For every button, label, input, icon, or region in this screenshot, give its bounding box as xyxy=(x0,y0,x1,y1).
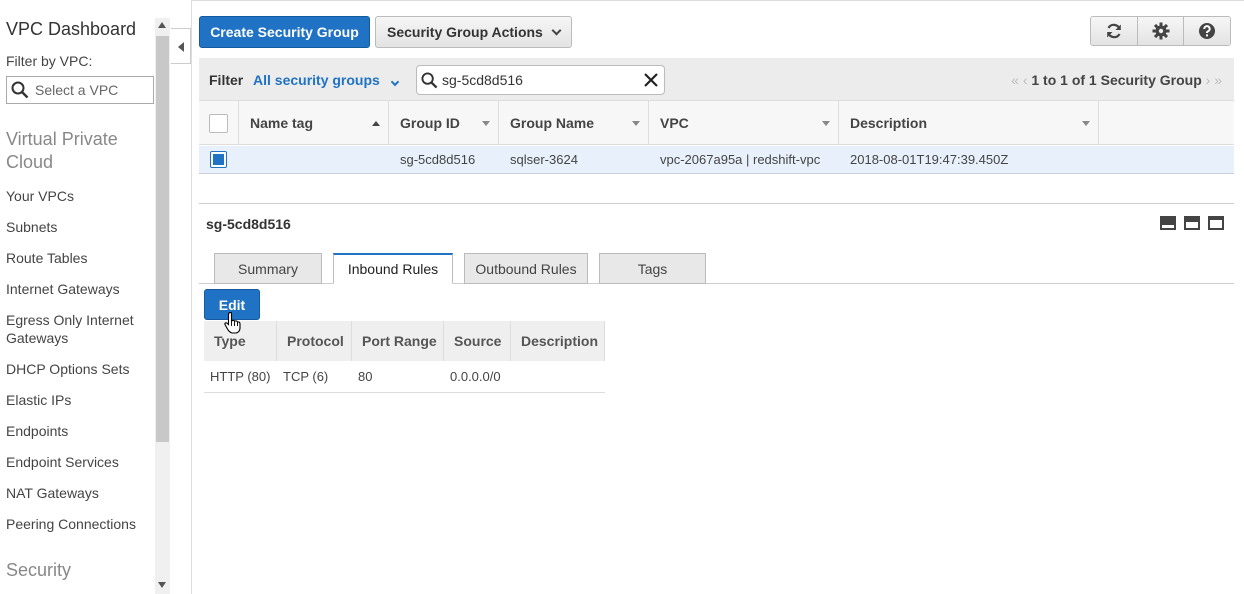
security-groups-table-header: Name tag Group ID Group Name VPC Descrip… xyxy=(199,101,1234,145)
filter-bar: Filter All security groups sg-5cd8d516 «… xyxy=(199,58,1234,101)
filter-dropdown-value: All security groups xyxy=(253,72,380,88)
refresh-button[interactable] xyxy=(1091,17,1138,45)
row-checkbox-checked[interactable] xyxy=(210,151,227,168)
toolbar-icon-group xyxy=(1090,16,1231,46)
sidebar-item-endpoints[interactable]: Endpoints xyxy=(6,422,151,440)
cell-group-id: sg-5cd8d516 xyxy=(400,152,476,167)
vpc-console: VPC Dashboard Filter by VPC: Select a VP… xyxy=(0,0,1244,594)
column-group-id[interactable]: Group ID xyxy=(389,101,499,145)
sidebar-item-subnets[interactable]: Subnets xyxy=(6,218,151,236)
sort-icon xyxy=(1082,121,1090,126)
gear-icon xyxy=(1152,22,1169,40)
column-label: VPC xyxy=(660,115,689,131)
help-icon xyxy=(1199,23,1216,39)
filter-by-vpc-label: Filter by VPC: xyxy=(6,53,93,69)
sidebar-item-peering-connections[interactable]: Peering Connections xyxy=(6,515,151,533)
sidebar-scrollbar[interactable] xyxy=(155,18,170,594)
column-description[interactable]: Description xyxy=(839,101,1099,145)
column-group-name[interactable]: Group Name xyxy=(499,101,649,145)
next-page-icon[interactable]: › xyxy=(1206,72,1211,88)
table-row[interactable]: sg-5cd8d516 sqlser-3624 vpc-2067a95a | r… xyxy=(199,146,1234,174)
sort-icon xyxy=(822,121,830,126)
cell-description: 2018-08-01T19:47:39.450Z xyxy=(850,152,1009,167)
sidebar-item-elastic-ips[interactable]: Elastic IPs xyxy=(6,391,151,409)
sidebar: VPC Dashboard Filter by VPC: Select a VP… xyxy=(0,0,155,594)
sidebar-title[interactable]: VPC Dashboard xyxy=(6,19,136,40)
top-border xyxy=(192,0,1244,1)
rules-column-protocol: Protocol xyxy=(277,321,352,361)
sidebar-item-your-vpcs[interactable]: Your VPCs xyxy=(6,187,151,205)
sort-ascending-icon xyxy=(372,121,380,126)
rule-type: HTTP (80) xyxy=(210,369,271,384)
rule-source: 0.0.0.0/0 xyxy=(450,369,501,384)
sort-icon xyxy=(482,121,490,126)
column-label: Group Name xyxy=(510,115,595,131)
sidebar-item-egress-only-internet-gateways[interactable]: Egress Only Internet Gateways xyxy=(6,311,151,347)
rules-column-description: Description xyxy=(511,321,605,361)
pane-size-controls xyxy=(1160,216,1224,230)
pane-split-icon[interactable] xyxy=(1184,216,1200,230)
pagination-text: 1 to 1 of 1 Security Group xyxy=(1031,72,1202,88)
security-group-filter-dropdown[interactable]: All security groups xyxy=(253,72,399,88)
sort-icon xyxy=(632,121,640,126)
pane-maximize-bottom-icon[interactable] xyxy=(1208,216,1224,230)
cell-group-name: sqlser-3624 xyxy=(510,152,578,167)
select-all-checkbox[interactable] xyxy=(209,113,228,133)
previous-page-icon[interactable]: ‹ xyxy=(1023,72,1028,88)
hand-cursor-icon xyxy=(224,312,241,334)
pagination: « ‹ 1 to 1 of 1 Security Group › » xyxy=(1011,72,1222,88)
sidebar-item-endpoint-services[interactable]: Endpoint Services xyxy=(6,453,151,471)
sidebar-item-internet-gateways[interactable]: Internet Gateways xyxy=(6,280,151,298)
search-icon xyxy=(11,81,29,99)
first-page-icon[interactable]: « xyxy=(1011,72,1019,88)
security-group-actions-button[interactable]: Security Group Actions xyxy=(375,16,572,48)
rule-port-range: 80 xyxy=(358,369,373,384)
clear-search-icon[interactable] xyxy=(643,72,659,88)
help-button[interactable] xyxy=(1184,17,1230,45)
sidebar-divider xyxy=(191,0,192,594)
pane-maximize-top-icon[interactable] xyxy=(1160,216,1176,230)
cell-vpc: vpc-2067a95a | redshift-vpc xyxy=(660,152,821,167)
table-row: HTTP (80) TCP (6) 80 0.0.0.0/0 xyxy=(204,362,605,393)
chevron-down-icon xyxy=(551,25,562,35)
column-label: Group ID xyxy=(400,115,460,131)
rules-column-source: Source xyxy=(444,321,511,361)
sidebar-item-route-tables[interactable]: Route Tables xyxy=(6,249,151,267)
details-title: sg-5cd8d516 xyxy=(206,216,291,232)
scroll-thumb[interactable] xyxy=(156,36,169,442)
chevron-left-icon xyxy=(178,42,184,52)
tab-tags[interactable]: Tags xyxy=(599,253,706,284)
sidebar-item-nat-gateways[interactable]: NAT Gateways xyxy=(6,484,151,502)
column-name-tag[interactable]: Name tag xyxy=(239,101,389,145)
scroll-up-arrow-icon[interactable] xyxy=(158,22,166,28)
refresh-icon xyxy=(1107,23,1121,39)
search-input[interactable]: sg-5cd8d516 xyxy=(416,65,665,95)
vpc-select[interactable]: Select a VPC xyxy=(6,76,154,104)
create-security-group-button[interactable]: Create Security Group xyxy=(199,16,370,48)
tab-outbound-rules[interactable]: Outbound Rules xyxy=(464,253,588,284)
filter-label: Filter xyxy=(209,72,244,88)
rules-column-port-range: Port Range xyxy=(352,321,444,361)
tab-inbound-rules[interactable]: Inbound Rules xyxy=(333,253,453,284)
inbound-rules-table-header: Type Protocol Port Range Source Descript… xyxy=(204,321,605,361)
settings-button[interactable] xyxy=(1137,17,1185,45)
chevron-down-icon xyxy=(390,77,399,87)
column-vpc[interactable]: VPC xyxy=(649,101,839,145)
sidebar-item-dhcp-options-sets[interactable]: DHCP Options Sets xyxy=(6,360,151,378)
details-splitter[interactable] xyxy=(199,203,1234,204)
column-label: Description xyxy=(850,115,928,131)
search-icon xyxy=(421,72,438,89)
security-group-actions-label: Security Group Actions xyxy=(387,24,543,40)
search-input-value: sg-5cd8d516 xyxy=(442,72,523,88)
column-label: Name tag xyxy=(250,115,314,131)
last-page-icon[interactable]: » xyxy=(1214,72,1222,88)
tab-summary[interactable]: Summary xyxy=(214,253,322,284)
section-security: Security xyxy=(6,560,72,580)
section-virtual-private-cloud: Virtual Private Cloud xyxy=(6,129,118,172)
vpc-select-placeholder: Select a VPC xyxy=(35,82,119,98)
scroll-down-arrow-icon[interactable] xyxy=(158,582,166,588)
collapse-sidebar-button[interactable] xyxy=(171,28,191,64)
rule-protocol: TCP (6) xyxy=(283,369,329,384)
select-all-cell xyxy=(199,101,239,145)
